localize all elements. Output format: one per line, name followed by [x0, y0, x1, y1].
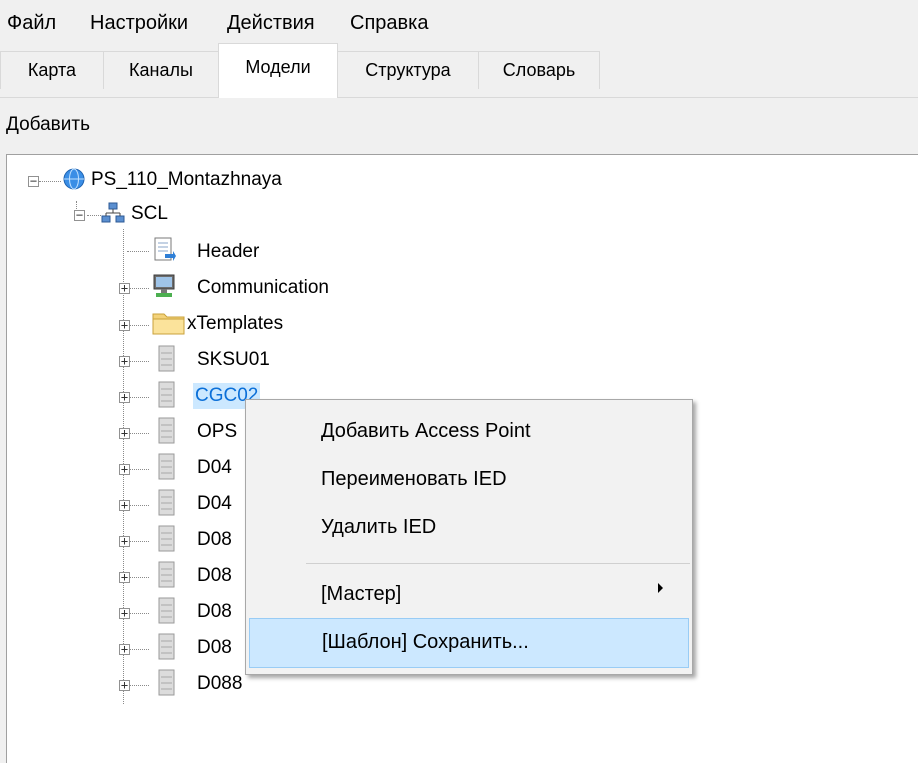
tree-node-label: D08 — [197, 529, 232, 550]
tree-node-ied[interactable]: D08 — [195, 525, 234, 555]
expand-toggle[interactable]: + — [119, 391, 130, 403]
tree-node-label: SCL — [131, 203, 168, 224]
expand-toggle[interactable]: + — [119, 427, 130, 439]
tree-line — [87, 215, 101, 216]
tree-node-label: xTemplates — [187, 313, 284, 334]
tree-node-ied[interactable]: OPS — [195, 417, 239, 447]
tree-line — [127, 649, 149, 650]
tab-dictionary[interactable]: Словарь — [478, 51, 600, 89]
tree-line — [127, 251, 149, 252]
menu-separator — [306, 563, 690, 564]
menu-settings[interactable]: Настройки — [90, 12, 188, 35]
menu-item-label: [Мастер] — [321, 583, 402, 605]
tree-node-d088[interactable]: D088 — [195, 669, 244, 699]
server-icon — [158, 633, 175, 660]
collapse-toggle[interactable]: − — [74, 209, 85, 221]
tree-node-root[interactable]: PS_110_Montazhnaya — [89, 165, 284, 195]
tree-node-label: D08 — [197, 601, 232, 622]
server-icon — [158, 561, 175, 588]
menu-item-rename-ied[interactable]: Переименовать IED — [246, 456, 692, 504]
tree-line — [127, 325, 149, 326]
expand-toggle[interactable]: + — [119, 643, 130, 655]
tree-node-ied[interactable]: D08 — [195, 633, 234, 663]
expand-toggle[interactable]: + — [119, 319, 130, 331]
document-icon — [154, 237, 176, 261]
tree-node-ied[interactable]: D04 — [195, 453, 234, 483]
expand-toggle[interactable]: + — [119, 679, 130, 691]
submenu-arrow-icon — [658, 583, 663, 593]
tree-node-label: D088 — [197, 673, 243, 694]
tree-line — [127, 577, 149, 578]
tab-channels[interactable]: Каналы — [103, 51, 219, 89]
server-icon — [158, 525, 175, 552]
server-icon — [158, 345, 175, 372]
menu-help[interactable]: Справка — [350, 12, 428, 35]
tree-node-label: D04 — [197, 493, 232, 514]
tree-line — [127, 613, 149, 614]
tree-line — [127, 397, 149, 398]
tree-node-communication[interactable]: Communication — [195, 273, 331, 303]
context-menu: Добавить Access Point Переименовать IED … — [245, 399, 693, 675]
folder-icon — [152, 313, 185, 335]
tree-line — [127, 361, 149, 362]
expand-toggle[interactable]: + — [119, 535, 130, 547]
server-icon — [158, 669, 175, 696]
tree-node-label: Communication — [197, 277, 329, 298]
expand-toggle[interactable]: + — [119, 355, 130, 367]
tree-line — [127, 541, 149, 542]
tree-node-label: SKSU01 — [197, 349, 270, 370]
add-button[interactable]: Добавить — [6, 114, 90, 136]
menu-item-add-access-point[interactable]: Добавить Access Point — [246, 408, 692, 456]
tree-line — [127, 433, 149, 434]
tab-models[interactable]: Модели — [218, 43, 338, 98]
expand-toggle[interactable]: + — [119, 499, 130, 511]
computer-icon — [153, 274, 175, 297]
tree-node-label: D08 — [197, 565, 232, 586]
menu-item-template-save[interactable]: [Шаблон] Сохранить... — [249, 618, 689, 668]
server-icon — [158, 597, 175, 624]
tree-line — [127, 685, 149, 686]
expand-toggle[interactable]: + — [119, 571, 130, 583]
network-icon — [101, 202, 125, 223]
tree-node-label: D04 — [197, 457, 232, 478]
menu-item-label: [Шаблон] Сохранить... — [322, 631, 529, 653]
tree-node-scl[interactable]: SCL — [129, 199, 170, 229]
collapse-toggle[interactable]: − — [28, 175, 39, 187]
tree-node-header[interactable]: Header — [195, 237, 261, 267]
tree-node-ied[interactable]: D08 — [195, 597, 234, 627]
expand-toggle[interactable]: + — [119, 607, 130, 619]
menu-item-delete-ied[interactable]: Удалить IED — [246, 504, 692, 552]
tree-node-label: D08 — [197, 637, 232, 658]
menu-actions[interactable]: Действия — [227, 12, 315, 35]
tree-node-label: OPS — [197, 421, 238, 442]
tree-node-ied[interactable]: D04 — [195, 489, 234, 519]
menu-bar: Файл Настройки Действия Справка — [0, 0, 918, 44]
tab-structure[interactable]: Структура — [337, 51, 479, 89]
expand-toggle[interactable]: + — [119, 282, 130, 294]
globe-icon — [63, 168, 85, 190]
tree-line — [39, 181, 61, 182]
menu-item-master[interactable]: [Мастер] — [246, 571, 692, 619]
menu-item-label: Добавить Access Point — [321, 420, 531, 442]
tree-line — [127, 505, 149, 506]
server-icon — [158, 417, 175, 444]
server-icon — [158, 489, 175, 516]
menu-file[interactable]: Файл — [7, 12, 56, 35]
tree-node-ied[interactable]: D08 — [195, 561, 234, 591]
tree-line — [127, 469, 149, 470]
tree-node-label: Header — [197, 241, 260, 262]
toolbar: Добавить — [0, 98, 918, 154]
tree-node-xtemplates[interactable]: xTemplates — [185, 309, 285, 339]
tree-node-sksu01[interactable]: SKSU01 — [195, 345, 272, 375]
server-icon — [158, 453, 175, 480]
tab-map[interactable]: Карта — [0, 51, 104, 89]
tree-node-label: PS_110_Montazhnaya — [91, 169, 282, 190]
server-icon — [158, 381, 175, 408]
menu-item-label: Переименовать IED — [321, 468, 507, 490]
tree-line — [127, 288, 149, 289]
menu-item-label: Удалить IED — [321, 516, 437, 538]
expand-toggle[interactable]: + — [119, 463, 130, 475]
